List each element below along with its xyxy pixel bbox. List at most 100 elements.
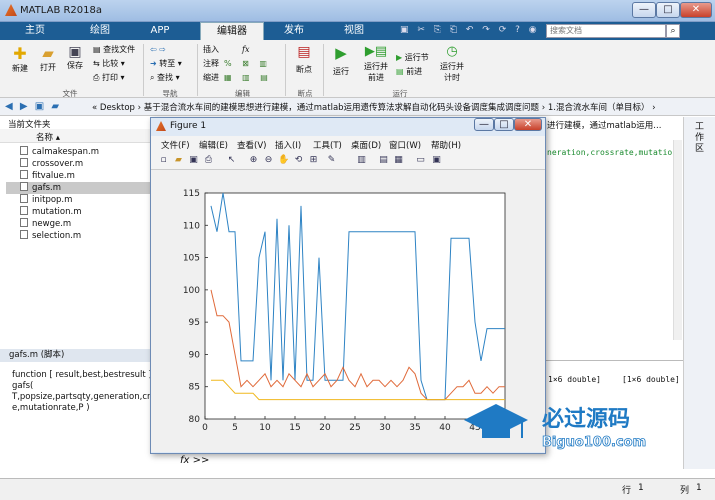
run-advance-label-1: 运行并	[364, 62, 388, 71]
figure-minimize-button[interactable]: —	[474, 118, 494, 131]
file-name: gafs.m	[32, 183, 62, 193]
hide-tools-icon[interactable]: ▭	[415, 155, 426, 166]
maximize-button[interactable]: □	[656, 2, 680, 18]
legend-toggle-icon[interactable]: ▦	[393, 155, 404, 166]
run-button[interactable]: ▶ 运行	[328, 44, 354, 76]
status-col-value: 1	[696, 483, 702, 493]
tab-home[interactable]: 主页	[10, 22, 60, 40]
tab-editor[interactable]: 编辑器	[200, 22, 264, 40]
legend-icon[interactable]: ▤	[378, 155, 389, 166]
tab-view[interactable]: 视图	[334, 22, 374, 40]
file-item-selected[interactable]: gafs.m	[6, 182, 152, 194]
print-icon[interactable]: ⎙	[203, 155, 214, 166]
menu-file[interactable]: 文件(F)	[161, 139, 190, 151]
watermark-en: Biguo100.com	[542, 435, 646, 450]
status-bar	[0, 478, 715, 500]
file-item[interactable]: fitvalue.m	[20, 170, 150, 182]
tab-plots[interactable]: 绘图	[75, 22, 125, 40]
figure-close-button[interactable]: ✕	[514, 118, 542, 131]
title-bar	[0, 0, 715, 22]
menu-desktop[interactable]: 桌面(D)	[351, 139, 381, 151]
zoom-in-icon[interactable]: ⊕	[248, 155, 259, 166]
menu-edit[interactable]: 编辑(E)	[199, 139, 228, 151]
y-tick-label: 100	[183, 286, 200, 296]
file-item[interactable]: newge.m	[20, 218, 150, 230]
file-item[interactable]: selection.m	[20, 230, 150, 242]
indent-button[interactable]: 缩进	[203, 72, 219, 84]
details-text: function [ result,best,bestresult ] = ga…	[12, 370, 162, 413]
find-file-button[interactable]: ▤ 查找文件	[93, 44, 135, 56]
m-file-icon	[20, 218, 28, 227]
run-and-advance-button[interactable]: ▶▤ 运行并 前进	[360, 44, 392, 82]
menu-insert[interactable]: 插入(I)	[275, 139, 301, 151]
comment-button[interactable]: 注释	[203, 58, 219, 70]
open-icon[interactable]: ▰	[173, 155, 184, 166]
pointer-icon[interactable]: ↖	[226, 155, 237, 166]
file-list-header[interactable]	[0, 129, 152, 143]
open-button[interactable]: ▰ 打开	[35, 44, 61, 72]
m-file-icon	[20, 182, 28, 191]
zoom-out-icon[interactable]: ⊖	[263, 155, 274, 166]
breakpoint-button[interactable]: ▤ 断点	[290, 44, 318, 74]
menu-window[interactable]: 窗口(W)	[389, 139, 421, 151]
new-icon: ✚	[13, 44, 27, 63]
editor-title-text: 进行建模，通过matlab运用...	[547, 121, 662, 131]
workspace-value: [1×6 double]	[622, 375, 680, 384]
colorbar-icon[interactable]: ▥	[356, 155, 367, 166]
save-icon[interactable]: ▣	[188, 155, 199, 166]
figure-maximize-button[interactable]: □	[494, 118, 514, 131]
fx-button[interactable]: fx	[242, 44, 249, 56]
file-name: fitvalue.m	[32, 171, 75, 181]
data-cursor-icon[interactable]: ⊞	[308, 155, 319, 166]
command-prompt[interactable]: fx >>	[180, 455, 209, 466]
x-tick-label: 0	[202, 423, 208, 433]
run-advance-icon: ▶▤	[364, 44, 388, 59]
y-tick-label: 85	[189, 383, 200, 393]
dock-icon[interactable]: ▣	[431, 155, 442, 166]
new-button[interactable]: ✚ 新建	[7, 44, 33, 73]
y-tick-label: 115	[183, 189, 200, 199]
run-and-time-button[interactable]: ◷ 运行并 计时	[436, 44, 468, 82]
compare-label: 比较	[102, 59, 119, 68]
edit-tools-icons[interactable]: % ⊠ ▥	[224, 58, 271, 70]
file-item[interactable]: crossover.m	[20, 158, 150, 170]
file-item[interactable]: calmakespan.m	[20, 146, 150, 158]
workspace-collapsed-strip[interactable]	[683, 117, 715, 469]
find-button[interactable]: ⌕ 查找 ▾	[150, 72, 180, 84]
print-button[interactable]: ⎙ 打印 ▾	[93, 72, 125, 84]
menu-tools[interactable]: 工具(T)	[313, 139, 342, 151]
rotate-icon[interactable]: ⟲	[293, 155, 304, 166]
file-item[interactable]: mutation.m	[20, 206, 150, 218]
watermark-cn: 必过源码	[542, 406, 630, 432]
file-item[interactable]: initpop.m	[20, 194, 150, 206]
name-column-header[interactable]: 名称 ▴	[36, 131, 60, 143]
search-docs-input[interactable]: 搜索文档	[546, 24, 666, 38]
tab-apps[interactable]: APP	[140, 22, 180, 40]
run-section-button[interactable]: ▶ 运行节	[396, 52, 429, 64]
insert-button[interactable]: 插入	[203, 44, 219, 56]
save-button[interactable]: ▣ 保存	[62, 44, 88, 70]
advance-button[interactable]: ▤ 前进	[396, 66, 422, 78]
nav-back-buttons[interactable]: ⇦ ⇨	[150, 44, 166, 56]
compare-button[interactable]: ⇆ 比较 ▾	[93, 58, 125, 70]
compare-icon: ⇆	[93, 59, 103, 68]
nav-arrows[interactable]: ◀ ▶ ▣ ▰	[5, 101, 61, 112]
quick-access-toolbar[interactable]: ▣ ✂ ⎘ ⎗ ↶ ↷ ⟳ ? ◉	[400, 25, 540, 37]
status-col-label: 列	[680, 486, 690, 496]
breakpoint-icon: ▤	[297, 44, 311, 60]
indent-tools-icons[interactable]: ▦ ▥ ▤	[224, 72, 272, 84]
goto-button[interactable]: ➜ 转至 ▾	[150, 58, 182, 70]
editor-scrollbar[interactable]	[673, 140, 682, 340]
file-name: selection.m	[32, 231, 82, 241]
tab-publish[interactable]: 发布	[274, 22, 314, 40]
run-time-label-1: 运行并	[440, 62, 464, 71]
close-button[interactable]: ✕	[680, 2, 712, 18]
minimize-button[interactable]: —	[632, 2, 656, 18]
new-figure-icon[interactable]: ▫	[158, 155, 169, 166]
menu-view[interactable]: 查看(V)	[237, 139, 266, 151]
folder-path[interactable]: « Desktop › 基于混合流水车间的建模思想进行建模，通过matlab运用…	[92, 101, 656, 113]
brush-icon[interactable]: ✎	[326, 155, 337, 166]
menu-help[interactable]: 帮助(H)	[431, 139, 461, 151]
pan-icon[interactable]: ✋	[278, 155, 289, 166]
search-icon[interactable]: ⌕	[666, 24, 680, 38]
